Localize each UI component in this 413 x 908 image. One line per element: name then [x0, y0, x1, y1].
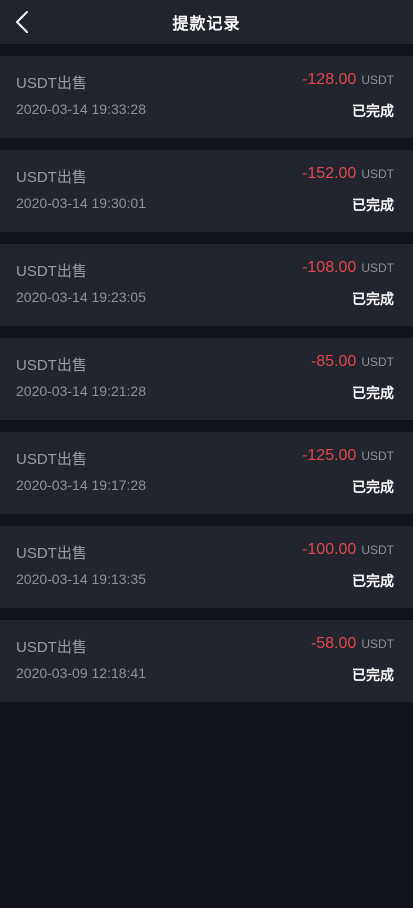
record-name: USDT出售 — [16, 357, 87, 374]
record-status: 已完成 — [352, 573, 394, 589]
record-amount: -125.00 — [302, 447, 357, 464]
record-name: USDT出售 — [16, 545, 87, 562]
record-time: 2020-03-14 19:23:05 — [16, 289, 146, 305]
record-amount: -58.00 — [310, 635, 357, 652]
record-unit: USDT — [361, 73, 394, 87]
record-name: USDT出售 — [16, 75, 87, 92]
record-time: 2020-03-14 19:30:01 — [16, 195, 146, 211]
record-time: 2020-03-14 19:33:28 — [16, 101, 146, 117]
record-status: 已完成 — [352, 667, 394, 683]
record-time: 2020-03-14 19:13:35 — [16, 571, 146, 587]
record-item[interactable]: USDT出售 2020-03-14 19:17:28 -125.00 USDT … — [0, 432, 413, 514]
record-amount-group: -128.00 USDT — [302, 71, 394, 89]
record-time: 2020-03-14 19:21:28 — [16, 383, 146, 399]
record-amount: -152.00 — [302, 165, 357, 182]
record-item[interactable]: USDT出售 2020-03-14 19:23:05 -108.00 USDT … — [0, 244, 413, 326]
record-item[interactable]: USDT出售 2020-03-14 19:13:35 -100.00 USDT … — [0, 526, 413, 608]
page-title: 提款记录 — [172, 16, 241, 33]
record-amount-group: -108.00 USDT — [302, 259, 394, 277]
record-status: 已完成 — [352, 103, 394, 119]
record-unit: USDT — [361, 543, 394, 557]
record-item[interactable]: USDT出售 2020-03-14 19:33:28 -128.00 USDT … — [0, 56, 413, 138]
record-name: USDT出售 — [16, 169, 87, 186]
record-status: 已完成 — [352, 479, 394, 495]
record-time: 2020-03-09 12:18:41 — [16, 665, 146, 681]
record-time: 2020-03-14 19:17:28 — [16, 477, 146, 493]
record-unit: USDT — [361, 449, 394, 463]
top-nav-bar: 提款记录 — [0, 0, 413, 44]
record-status: 已完成 — [352, 385, 394, 401]
record-unit: USDT — [361, 637, 394, 651]
record-status: 已完成 — [352, 197, 394, 213]
record-amount-group: -100.00 USDT — [302, 541, 394, 559]
record-item[interactable]: USDT出售 2020-03-14 19:21:28 -85.00 USDT 已… — [0, 338, 413, 420]
record-amount-group: -152.00 USDT — [302, 165, 394, 183]
record-amount-group: -58.00 USDT — [311, 635, 394, 653]
record-amount: -85.00 — [310, 353, 357, 370]
record-amount: -128.00 — [302, 71, 357, 88]
record-item[interactable]: USDT出售 2020-03-09 12:18:41 -58.00 USDT 已… — [0, 620, 413, 702]
record-unit: USDT — [361, 261, 394, 275]
record-item[interactable]: USDT出售 2020-03-14 19:30:01 -152.00 USDT … — [0, 150, 413, 232]
record-unit: USDT — [361, 167, 394, 181]
record-name: USDT出售 — [16, 263, 87, 280]
record-amount-group: -125.00 USDT — [302, 447, 394, 465]
record-amount: -100.00 — [302, 541, 357, 558]
record-status: 已完成 — [352, 291, 394, 307]
record-amount: -108.00 — [302, 259, 357, 276]
record-amount-group: -85.00 USDT — [311, 353, 394, 371]
record-name: USDT出售 — [16, 451, 87, 468]
chevron-left-icon — [16, 11, 28, 33]
records-list: USDT出售 2020-03-14 19:33:28 -128.00 USDT … — [0, 44, 413, 702]
record-unit: USDT — [361, 355, 394, 369]
record-name: USDT出售 — [16, 639, 87, 656]
withdrawal-records-page: 提款记录 USDT出售 2020-03-14 19:33:28 -128.00 … — [0, 0, 413, 908]
back-button[interactable] — [6, 6, 38, 38]
